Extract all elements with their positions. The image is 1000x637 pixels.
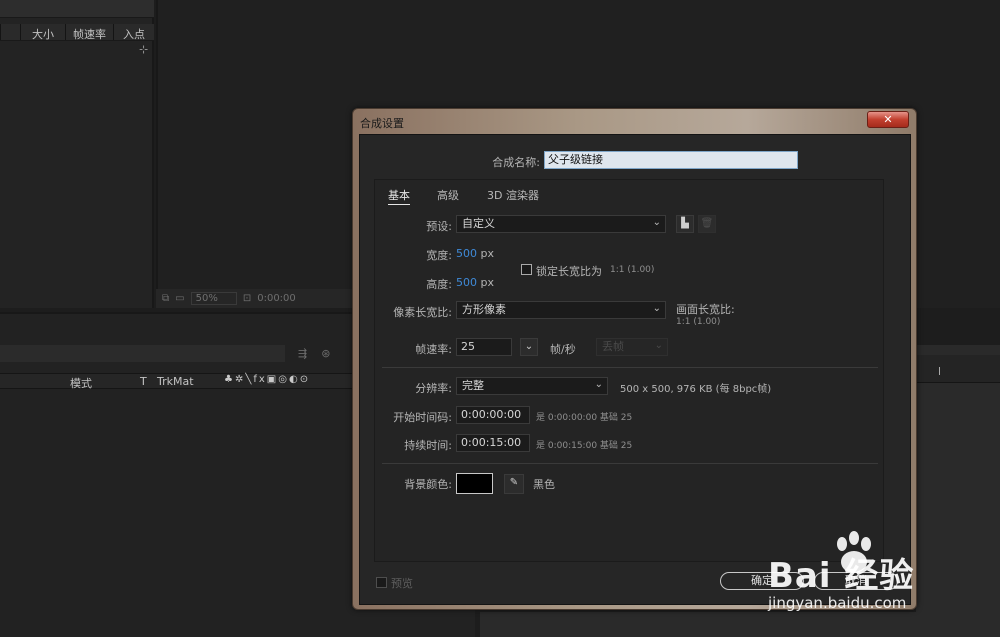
chevron-down-icon: ⌄ bbox=[652, 217, 661, 228]
time-ruler[interactable] bbox=[916, 355, 1000, 383]
chevron-down-icon: ⌄ bbox=[654, 340, 663, 351]
duration-info: 是 0:00:15:00 基础 25 bbox=[536, 441, 633, 451]
preset-select[interactable]: 自定义 ⌄ bbox=[456, 215, 666, 233]
height-field[interactable]: 500 px bbox=[456, 276, 494, 289]
frame-rate-unit: 帧/秒 bbox=[550, 343, 576, 356]
frame-aspect-label: 画面长宽比: bbox=[676, 303, 735, 316]
resolution-select[interactable]: 完整 ⌄ bbox=[456, 377, 608, 395]
comp-name-label: 合成名称: bbox=[492, 156, 540, 169]
pixel-aspect-label: 像素长宽比: bbox=[393, 306, 452, 319]
column-t[interactable]: T bbox=[140, 375, 147, 388]
start-timecode-label: 开始时间码: bbox=[393, 411, 452, 424]
resolution-value: 完整 bbox=[462, 379, 484, 392]
bg-color-swatch[interactable] bbox=[456, 473, 493, 494]
dialog-title: 合成设置 bbox=[360, 117, 404, 130]
watermark-url: jingyan.baidu.com bbox=[768, 594, 907, 612]
height-unit: px bbox=[480, 276, 495, 289]
frame-rate-label: 帧速率: bbox=[415, 343, 452, 356]
column-trkmat[interactable]: TrkMat bbox=[157, 375, 194, 388]
frame-rate-input[interactable]: 25 bbox=[456, 338, 512, 356]
lock-aspect-checkbox[interactable] bbox=[521, 264, 532, 275]
pixel-aspect-value: 方形像素 bbox=[462, 303, 506, 316]
preset-label: 预设: bbox=[426, 220, 452, 233]
tab-3d-renderer[interactable]: 3D 渲染器 bbox=[487, 187, 539, 203]
watermark-logo: Bai 经验 bbox=[768, 556, 915, 596]
frame-aspect-value: 1:1 (1.00) bbox=[676, 317, 721, 327]
chevron-down-icon: ⌄ bbox=[652, 303, 661, 314]
preview-label: 预览 bbox=[391, 577, 413, 590]
bg-color-name: 黑色 bbox=[533, 478, 555, 491]
close-button[interactable]: ✕ bbox=[867, 111, 909, 128]
height-label: 高度: bbox=[426, 278, 452, 291]
flowchart-icon[interactable]: ⊹ bbox=[139, 43, 148, 56]
eyedropper-icon[interactable]: ✎ bbox=[504, 474, 524, 494]
lock-aspect-value: 1:1 (1.00) bbox=[610, 265, 655, 275]
lock-aspect-label: 锁定长宽比为 bbox=[536, 265, 602, 278]
width-label: 宽度: bbox=[426, 249, 452, 262]
resolution-label: 分辨率: bbox=[415, 382, 452, 395]
viewer-timecode[interactable]: 0:00:00 bbox=[257, 293, 296, 304]
column-size[interactable]: 大小 bbox=[20, 24, 65, 41]
comp-name-input[interactable]: 父子级链接 bbox=[544, 151, 798, 169]
project-column-header: 大小 帧速率 入点 bbox=[0, 24, 154, 41]
width-field[interactable]: 500 px bbox=[456, 247, 494, 260]
current-time-indicator[interactable] bbox=[939, 367, 940, 375]
column-in-point[interactable]: 入点 bbox=[113, 24, 154, 41]
start-timecode-input[interactable]: 0:00:00:00 bbox=[456, 406, 530, 424]
settings-tab-panel bbox=[374, 179, 884, 562]
chevron-down-icon: ⌄ bbox=[594, 379, 603, 390]
width-unit: px bbox=[480, 247, 495, 260]
save-preset-icon[interactable]: ▙ bbox=[676, 215, 694, 233]
tab-basic[interactable]: 基本 bbox=[388, 187, 410, 205]
tab-advanced[interactable]: 高级 bbox=[437, 187, 459, 203]
project-search-bar[interactable] bbox=[0, 0, 154, 18]
duration-input[interactable]: 0:00:15:00 bbox=[456, 434, 530, 452]
baidu-watermark: Bai 经验 jingyan.baidu.com bbox=[768, 530, 988, 620]
duration-label: 持续时间: bbox=[404, 439, 452, 452]
timeline-search-input[interactable] bbox=[0, 345, 285, 362]
preset-value: 自定义 bbox=[462, 217, 495, 230]
project-panel bbox=[0, 0, 154, 308]
pixel-aspect-select[interactable]: 方形像素 ⌄ bbox=[456, 301, 666, 319]
viewer-toolbar: ⧉ ▭ 50% ⊡ 0:00:00 bbox=[156, 289, 356, 308]
layer-switch-icons[interactable]: ♣✲╲fx▣◎◐⊙ bbox=[224, 374, 310, 385]
width-value[interactable]: 500 bbox=[456, 247, 477, 260]
zoom-select[interactable]: 50% bbox=[190, 292, 237, 305]
drop-frame-select: 丢帧 ⌄ bbox=[596, 338, 668, 356]
start-timecode-info: 是 0:00:00:00 基础 25 bbox=[536, 413, 633, 423]
column-framerate[interactable]: 帧速率 bbox=[65, 24, 113, 41]
preview-checkbox bbox=[376, 577, 387, 588]
column-mode[interactable]: 模式 bbox=[70, 375, 92, 391]
bg-color-label: 背景颜色: bbox=[404, 478, 452, 491]
snapshot-icon[interactable]: ⧉ bbox=[162, 293, 169, 304]
delete-preset-icon: 🗑 bbox=[698, 215, 716, 233]
resolution-info: 500 x 500, 976 KB (每 8bpc帧) bbox=[620, 384, 772, 395]
timeline-tool-icons[interactable]: ⇶⊛ bbox=[298, 347, 344, 360]
display-icon[interactable]: ▭ bbox=[175, 293, 184, 304]
region-icon[interactable]: ⊡ bbox=[243, 293, 251, 304]
divider bbox=[382, 463, 878, 464]
height-value[interactable]: 500 bbox=[456, 276, 477, 289]
divider bbox=[382, 367, 878, 368]
drop-frame-value: 丢帧 bbox=[602, 340, 624, 353]
frame-rate-dropdown[interactable]: ⌄ bbox=[520, 338, 538, 356]
